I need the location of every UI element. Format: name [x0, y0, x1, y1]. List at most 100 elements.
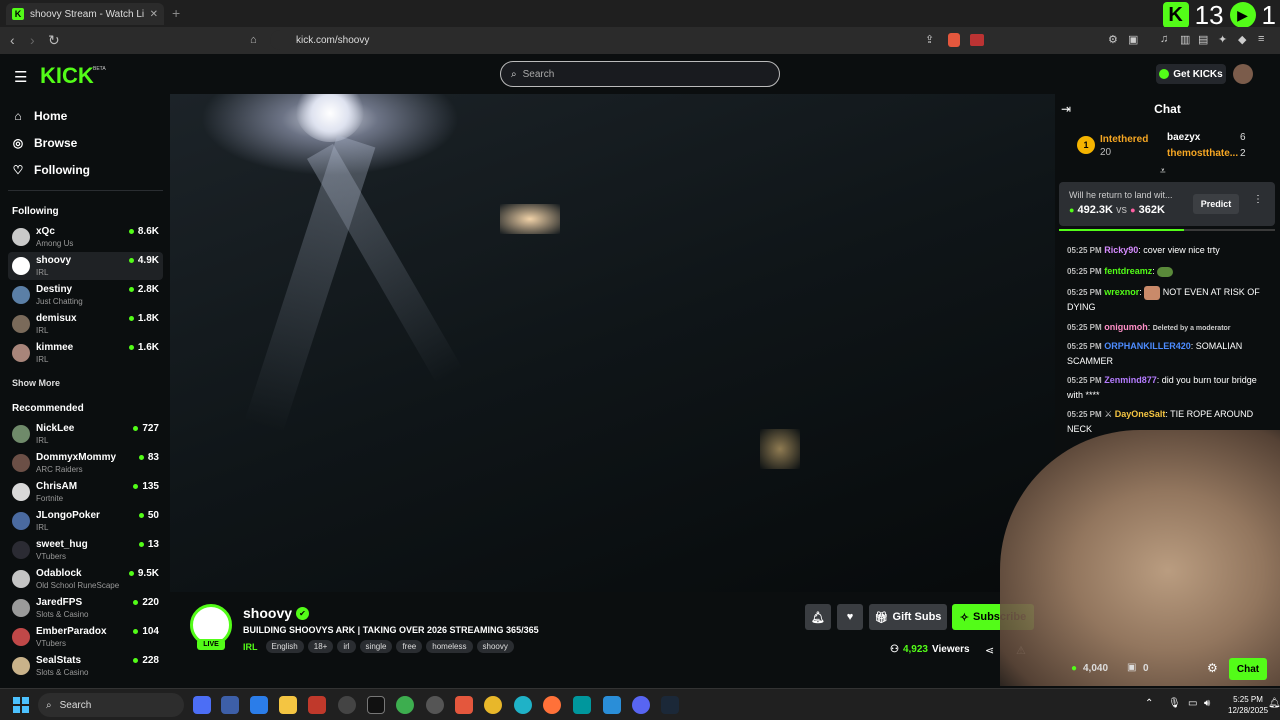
- following-channel-kimmee[interactable]: kimmee IRL 1.6K: [8, 339, 163, 367]
- message-user[interactable]: Ricky90: [1104, 245, 1138, 255]
- taskbar-search[interactable]: ⌕ Search: [38, 693, 184, 717]
- hamburger-menu-icon[interactable]: ☰: [14, 68, 27, 86]
- taskbar-clock[interactable]: 5:25 PM 12/28/2025: [1228, 694, 1268, 716]
- leo-icon[interactable]: ✦: [1218, 33, 1227, 46]
- message-user[interactable]: wrexnor: [1104, 287, 1139, 297]
- recommended-channel-odablock[interactable]: Odablock Old School RuneScape 9.5K: [8, 565, 163, 593]
- app-icon[interactable]: [221, 696, 239, 714]
- tag[interactable]: single: [359, 640, 393, 653]
- expand-leaderboard-icon[interactable]: ⩡: [1160, 166, 1166, 177]
- app-icon[interactable]: [338, 696, 356, 714]
- nav-browse[interactable]: ◎ Browse: [12, 136, 78, 150]
- gift-subs-button[interactable]: 🎁︎ Gift Subs: [869, 604, 947, 630]
- show-more-link[interactable]: Show More: [12, 378, 60, 388]
- menu-icon[interactable]: ≡: [1258, 33, 1264, 45]
- nav-following[interactable]: ♡ Following: [12, 163, 90, 177]
- media-icon[interactable]: ▤: [1198, 33, 1208, 46]
- share-icon[interactable]: ⇪: [925, 33, 934, 46]
- get-kicks-button[interactable]: Get KICKs: [1156, 64, 1226, 84]
- message-user[interactable]: Zenmind877: [1104, 375, 1157, 385]
- stream-category[interactable]: IRL: [243, 642, 258, 652]
- streamer-name[interactable]: shoovy: [243, 605, 292, 621]
- volume-icon[interactable]: 🔊︎: [1204, 698, 1210, 709]
- recommended-channel-chrisam[interactable]: ChrisAM Fortnite 135: [8, 478, 163, 506]
- nav-home[interactable]: ⌂ Home: [12, 109, 67, 123]
- brave-browser-icon[interactable]: [455, 696, 473, 714]
- message-user[interactable]: DayOneSalt: [1115, 409, 1166, 419]
- video-player[interactable]: [170, 94, 1055, 592]
- address-bar[interactable]: kick.com/shoovy: [270, 30, 990, 50]
- app-icon[interactable]: [396, 696, 414, 714]
- tray-chevron-icon[interactable]: ⌃: [1145, 698, 1153, 709]
- notifications-icon[interactable]: 🔔︎: [1268, 698, 1280, 709]
- chat-settings-icon[interactable]: ⚙: [1207, 661, 1218, 675]
- reload-icon[interactable]: ↻: [48, 32, 60, 49]
- tag[interactable]: homeless: [426, 640, 473, 653]
- share-icon[interactable]: ⋖: [985, 644, 994, 657]
- sidebar-toggle-icon[interactable]: ▥: [1180, 33, 1190, 46]
- tag[interactable]: irl: [337, 640, 356, 653]
- gifter-name[interactable]: baezyx: [1167, 132, 1200, 143]
- tag[interactable]: 18+: [307, 640, 334, 653]
- forward-icon[interactable]: ›: [30, 32, 35, 48]
- windows-start-icon[interactable]: [13, 697, 29, 713]
- firefox-icon[interactable]: [543, 696, 561, 714]
- recommended-channel-sweet-hug[interactable]: sweet_hug VTubers 13: [8, 536, 163, 564]
- vpn-icon[interactable]: ◆: [1238, 33, 1246, 46]
- video-light-beam: [244, 135, 376, 433]
- chat-message: 05:25 PM ORPHANKILLER420: SOMALIAN SCAMM…: [1067, 341, 1243, 366]
- recommended-channel-nicklee[interactable]: NickLee IRL 727: [8, 420, 163, 448]
- tag[interactable]: free: [396, 640, 423, 653]
- chrome-icon[interactable]: [484, 696, 502, 714]
- network-icon[interactable]: ▭: [1188, 698, 1197, 709]
- new-tab-button[interactable]: +: [172, 5, 180, 21]
- kick-logo[interactable]: KICK: [40, 63, 94, 89]
- tag[interactable]: shoovy: [476, 640, 514, 653]
- back-icon[interactable]: ‹: [10, 32, 15, 48]
- capcut-icon[interactable]: [367, 696, 385, 714]
- notification-bell-button[interactable]: 🔔︎: [805, 604, 831, 630]
- steam-icon[interactable]: [661, 696, 679, 714]
- arduino-icon[interactable]: [573, 696, 591, 714]
- music-icon[interactable]: ♫: [1160, 33, 1168, 45]
- bookmark-icon[interactable]: ⌂: [250, 34, 257, 46]
- user-avatar[interactable]: [1233, 64, 1253, 84]
- brave-shield-icon[interactable]: [948, 33, 960, 47]
- message-user[interactable]: ORPHANKILLER420: [1104, 341, 1191, 351]
- recommended-channel-emberparadox[interactable]: EmberParadox VTubers 104: [8, 623, 163, 651]
- microphone-icon[interactable]: 🎙︎: [1168, 698, 1181, 709]
- edge-icon[interactable]: [514, 696, 532, 714]
- follow-heart-button[interactable]: ♥: [837, 604, 863, 630]
- message-user[interactable]: onigumoh: [1104, 322, 1148, 332]
- discord-icon[interactable]: [632, 696, 650, 714]
- task-view-icon[interactable]: [193, 696, 211, 714]
- recommended-channel-sealstats[interactable]: SealStats Slots & Casino 228: [8, 652, 163, 680]
- tag[interactable]: English: [265, 640, 304, 653]
- following-channel-destiny[interactable]: Destiny Just Chatting 2.8K: [8, 281, 163, 309]
- file-explorer-icon[interactable]: [279, 696, 297, 714]
- wallet-icon[interactable]: ▣: [1128, 33, 1138, 46]
- channel-category: IRL: [36, 268, 49, 277]
- app-icon[interactable]: [250, 696, 268, 714]
- recommended-channel-jaredfps[interactable]: JaredFPS Slots & Casino 220: [8, 594, 163, 622]
- gifter-name[interactable]: themostthate...: [1167, 148, 1238, 159]
- recommended-channel-dommyxmommy[interactable]: DommyxMommy ARC Raiders 83: [8, 449, 163, 477]
- chat-send-button[interactable]: Chat: [1229, 658, 1267, 680]
- app-icon[interactable]: [426, 696, 444, 714]
- vscode-icon[interactable]: [603, 696, 621, 714]
- recommended-channel-jlongopoker[interactable]: JLongoPoker IRL 50: [8, 507, 163, 535]
- following-channel-demisux[interactable]: demisux IRL 1.8K: [8, 310, 163, 338]
- more-options-icon[interactable]: ⋮: [1253, 194, 1263, 205]
- app-icon[interactable]: [308, 696, 326, 714]
- following-channel-shoovy[interactable]: shoovy IRL 4.9K: [8, 252, 163, 280]
- search-input[interactable]: ⌕ Search: [500, 61, 780, 87]
- predict-button[interactable]: Predict: [1193, 194, 1239, 214]
- following-channel-xqc[interactable]: xQc Among Us 8.6K: [8, 223, 163, 251]
- close-tab-icon[interactable]: ✕: [150, 9, 158, 20]
- message-user[interactable]: fentdreamz: [1104, 266, 1152, 276]
- browser-tab[interactable]: K shoovy Stream - Watch Live o ✕: [6, 3, 164, 25]
- top-gifter-name[interactable]: Intethered: [1100, 134, 1148, 145]
- live-dot-icon: [133, 484, 139, 489]
- brave-rewards-icon[interactable]: [970, 34, 984, 46]
- extensions-icon[interactable]: ⚙: [1108, 33, 1118, 46]
